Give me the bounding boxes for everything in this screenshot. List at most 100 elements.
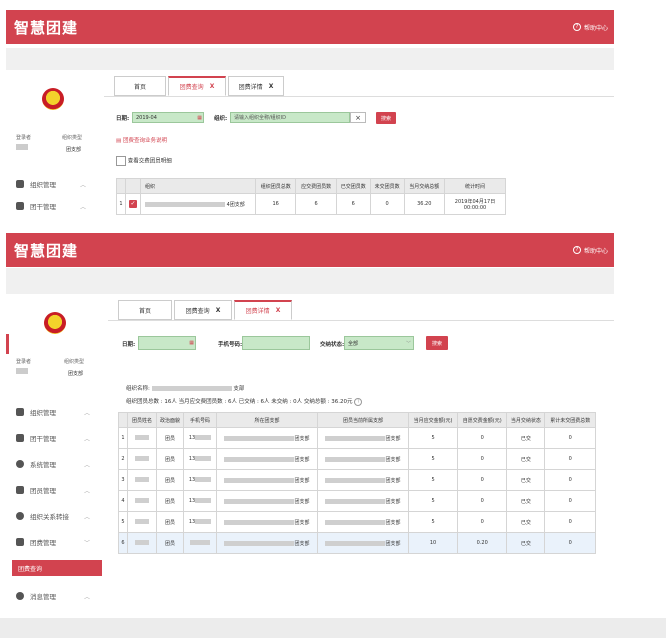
app-title: 智慧团建: [14, 18, 79, 37]
sidebar-item-cadre-management[interactable]: 团干管理 ︿: [6, 428, 102, 448]
tab-fee-detail-bottom[interactable]: 团费详情 X: [234, 300, 292, 320]
table-row[interactable]: 3 团员 13 团支部 团支部 5 0 已交 0: [118, 469, 596, 491]
export-details-link[interactable]: 查看交费团员明细: [116, 156, 172, 166]
sidebar-accent: [6, 334, 9, 354]
sidebar-item-member-management[interactable]: 团员管理 ︿: [6, 480, 102, 500]
money-bag-icon: [16, 538, 24, 546]
user-avatar-blur: [16, 368, 28, 374]
chevron-up-icon: ︿: [83, 461, 90, 469]
tab-divider: [108, 320, 614, 321]
chevron-down-icon: ﹀: [405, 340, 411, 347]
date-label-bottom: 日期:: [122, 342, 136, 348]
sidebar-item-message-management[interactable]: 消息管理 ︿: [6, 586, 102, 606]
user-icon: [16, 434, 24, 442]
org-label-top: 组织:: [214, 116, 228, 122]
table-row[interactable]: 4 团员 13 团支部 团支部 5 0 已交 0: [118, 490, 596, 512]
help-center-link[interactable]: ? 帮助中心: [572, 233, 608, 267]
calendar-icon[interactable]: ▦: [189, 340, 194, 346]
org-name-line: 组织名称: 支部: [126, 386, 245, 392]
org-type-value: 团支部: [68, 371, 84, 377]
sidebar-item-org-management[interactable]: 组织管理 ︿: [6, 402, 102, 422]
status-label: 交纳状态:: [320, 342, 345, 348]
tab-divider: [104, 96, 614, 97]
sidebar-item-system-management[interactable]: 系统管理 ︿: [6, 454, 102, 474]
member-icon: [16, 486, 24, 494]
user-icon: [16, 202, 24, 210]
summary-stats: 组织团员总数 : 16人 当月应交费团员数 : 6人 已交纳 : 6人 未交纳 …: [126, 397, 363, 406]
name-blur: [135, 456, 149, 461]
close-icon[interactable]: X: [210, 83, 215, 90]
page-footer: [0, 618, 666, 638]
fee-summary-table: 组织 组织团员总数 应交费团员数 已交团员数 未交团员数 当月交纳总额 统计时间…: [116, 178, 506, 215]
date-input-bottom[interactable]: ▦: [138, 336, 196, 350]
chevron-up-icon: ︿: [79, 203, 86, 211]
name-blur: [135, 435, 149, 440]
sidebar-top: 登录者 组织类型 团支部 组织管理 ︿ 团干管理 ︿: [6, 70, 98, 234]
status-select[interactable]: 全部 ﹀: [344, 336, 414, 350]
org-type-value: 团支部: [66, 147, 82, 153]
table-row[interactable]: 5 团员 13 团支部 团支部 5 0 已交 0: [118, 511, 596, 533]
date-input-top[interactable]: 2019-04 ▦: [132, 112, 204, 123]
search-button-top[interactable]: 搜索: [376, 112, 396, 124]
top-band: [6, 48, 614, 70]
logon-label: 登录者: [16, 359, 32, 365]
chevron-up-icon: ︿: [83, 487, 90, 495]
help-circle-icon[interactable]: ?: [354, 398, 363, 406]
transfer-icon: [16, 512, 24, 520]
bottom-band: [6, 268, 614, 294]
member-fee-table: 团员姓名 政治面貌 手机号码 所在团支部 团员当前所属支部 当月应交金额(元) …: [118, 412, 596, 554]
league-emblem-icon: [44, 312, 66, 334]
tab-fee-detail-top[interactable]: 团费详情 X: [228, 76, 284, 96]
calendar-icon[interactable]: ▦: [197, 115, 202, 121]
table-row[interactable]: 2 团员 13 团支部 团支部 5 0 已交 0: [118, 448, 596, 470]
table-row[interactable]: 1 团员 13 团支部 团支部 5 0 已交 0: [118, 427, 596, 449]
name-blur: [135, 477, 149, 482]
row-checkbox[interactable]: ✓: [129, 200, 137, 208]
user-avatar-blur: [16, 144, 28, 150]
sidebar-item-cadre-management[interactable]: 团干管理 ︿: [6, 196, 98, 216]
clear-input-icon[interactable]: ×: [350, 112, 366, 123]
date-label-top: 日期:: [116, 116, 130, 122]
sidebar-item-fee-query[interactable]: 团费查询: [12, 560, 102, 576]
chevron-up-icon: ︿: [83, 435, 90, 443]
org-name-blur: [151, 386, 232, 391]
gear-icon: [16, 460, 24, 468]
help-center-link[interactable]: ? 帮助中心: [572, 10, 608, 44]
name-blur: [135, 498, 149, 503]
close-icon[interactable]: X: [276, 307, 281, 314]
help-label: 帮助中心: [583, 247, 608, 255]
export-icon: [116, 156, 126, 166]
close-icon[interactable]: X: [269, 83, 274, 90]
sidebar-item-org-management[interactable]: 组织管理 ︿: [6, 174, 98, 194]
message-icon: [16, 592, 24, 600]
sidebar-item-fee-management[interactable]: 团费管理 ﹀: [6, 532, 102, 552]
close-icon[interactable]: X: [216, 307, 221, 314]
sidebar-item-relation-transfer[interactable]: 组织关系转接 ︿: [6, 506, 102, 526]
tab-home-bottom[interactable]: 首页: [118, 300, 172, 320]
tab-fee-query-bottom[interactable]: 团费查询 X: [174, 300, 232, 320]
phone-input[interactable]: [242, 336, 310, 350]
chevron-down-icon: ﹀: [83, 539, 90, 547]
app-title: 智慧团建: [14, 241, 79, 260]
tab-fee-query-top[interactable]: 团费查询 X: [168, 76, 226, 96]
chevron-up-icon: ︿: [83, 593, 90, 601]
main-bottom: 首页 团费查询 X 团费详情 X 日期: ▦ 手机号码: 交纳状态: 全部 ﹀ 搜索…: [108, 294, 614, 610]
business-notice-link[interactable]: ▤ 团费查询业务说明: [116, 136, 167, 144]
sidebar-bottom: 登录者 组织类型 团支部 组织管理 ︿ 团干管理 ︿ 系统管理 ︿ 团员管理 ︿ 组织关…: [6, 294, 102, 610]
name-blur: [135, 540, 149, 545]
org-type-label: 组织类型: [64, 359, 85, 365]
chevron-up-icon: ︿: [83, 513, 90, 521]
chevron-up-icon: ︿: [83, 409, 90, 417]
logon-label: 登录者: [16, 135, 32, 141]
app-header-bottom: 智慧团建 ? 帮助中心: [6, 233, 614, 267]
org-input-top[interactable]: 请输入组织全称/组织ID: [230, 112, 350, 123]
org-type-label: 组织类型: [62, 135, 83, 141]
table-row[interactable]: 1 ✓ 4团支部 16 6 6 0 36.20 2019年04月17日 00:0…: [116, 193, 506, 215]
table-row[interactable]: 6 团员 团支部 团支部 10 0.20 已交 0: [118, 532, 596, 554]
help-label: 帮助中心: [583, 24, 608, 32]
help-icon: ?: [572, 246, 581, 254]
main-top: 首页 团费查询 X 团费详情 X 日期: 2019-04 ▦ 组织: 请输入组织全称…: [104, 70, 614, 234]
org-name-blur: [145, 201, 225, 207]
search-button-bottom[interactable]: 搜索: [426, 336, 448, 350]
tab-home-top[interactable]: 首页: [114, 76, 166, 96]
